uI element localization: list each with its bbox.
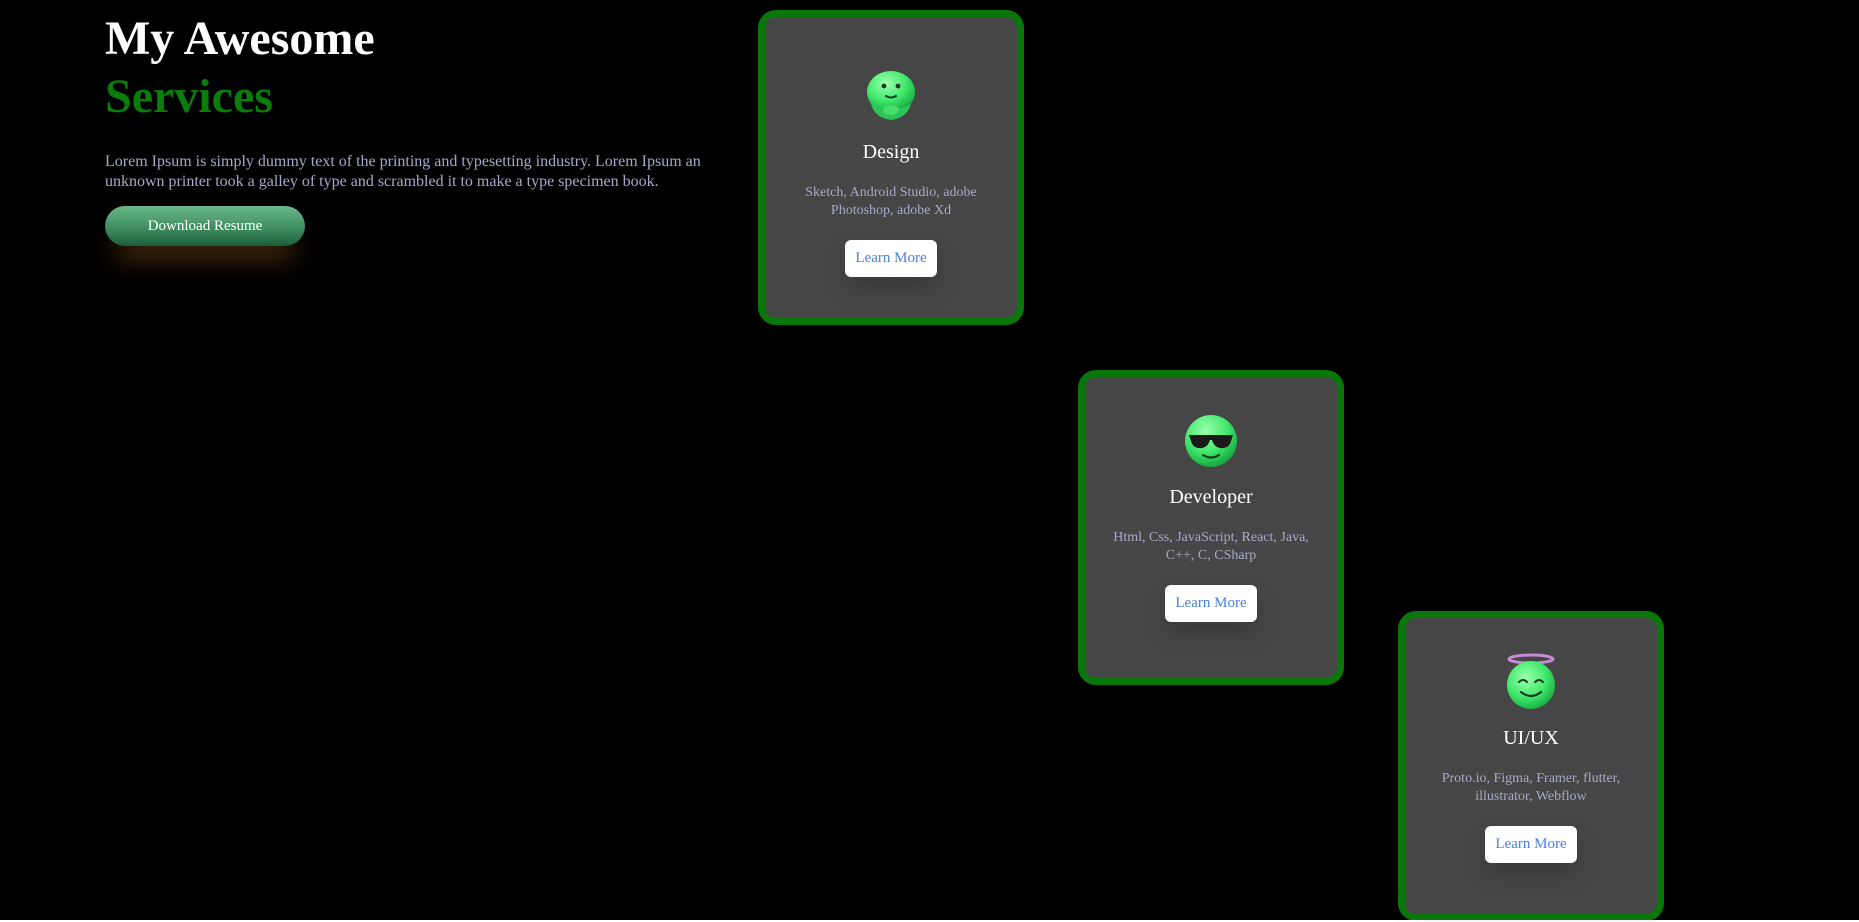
- card-description: Sketch, Android Studio, adobe Photoshop,…: [805, 185, 977, 218]
- card-description: Html, Css, JavaScript, React, Java, C++,…: [1113, 530, 1309, 563]
- card-title: Developer: [1169, 486, 1253, 508]
- services-page: My Awesome Services Lorem Ipsum is simpl…: [0, 0, 1859, 922]
- sunglasses-face-emoji-icon: [1185, 415, 1237, 467]
- download-resume-button[interactable]: Download Resume: [105, 206, 305, 246]
- card-description: Proto.io, Figma, Framer, flutter, illust…: [1441, 771, 1621, 804]
- hero-description: Lorem Ipsum is simply dummy text of the …: [105, 153, 701, 190]
- service-card-uiux: UI/UX Proto.io, Figma, Framer, flutter, …: [1398, 611, 1664, 921]
- card-title: UI/UX: [1503, 727, 1559, 749]
- title-line-primary: My Awesome: [105, 12, 375, 65]
- service-card-developer: Developer Html, Css, JavaScript, React, …: [1078, 370, 1344, 685]
- hugging-face-emoji-icon: [867, 71, 915, 120]
- halo-face-emoji-icon: [1507, 653, 1555, 709]
- title-line-accent: Services: [105, 70, 273, 123]
- hero-section: My Awesome Services Lorem Ipsum is simpl…: [105, 10, 725, 246]
- service-card-design: Design Sketch, Android Studio, adobe Pho…: [758, 10, 1024, 325]
- learn-more-button[interactable]: Learn More: [1485, 826, 1577, 863]
- learn-more-button[interactable]: Learn More: [845, 240, 937, 277]
- learn-more-button[interactable]: Learn More: [1165, 585, 1257, 622]
- page-title: My Awesome Services: [105, 10, 725, 126]
- card-title: Design: [862, 141, 920, 163]
